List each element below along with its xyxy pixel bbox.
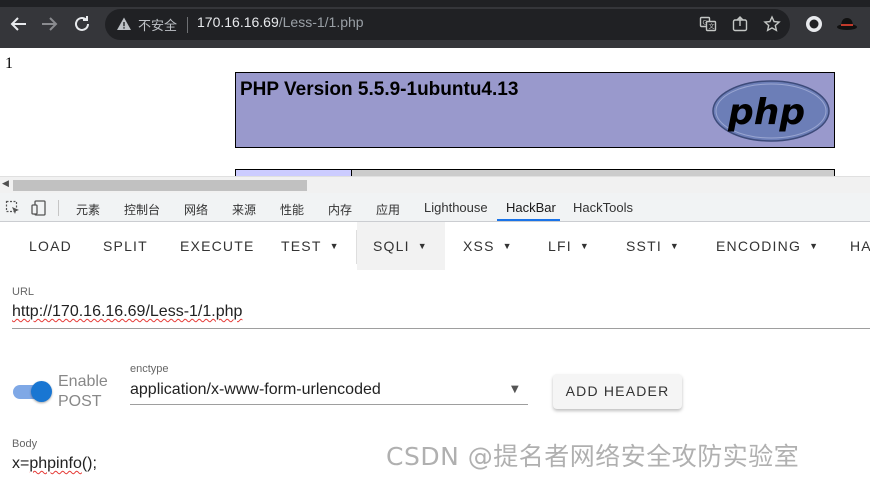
enable-post-label-line2: POST [58,393,102,410]
page-viewport: 1 PHP Version 5.5.9-1ubuntu4.13 php [0,48,870,176]
body-input-prefix: x= [12,455,30,472]
enable-post-label-line1: Enable [58,373,108,390]
address-separator [187,17,188,33]
svg-text:php: php [727,92,805,133]
url-host: 170.16.16.69 [197,14,279,30]
php-logo-icon: php [712,80,830,142]
enable-post-toggle[interactable] [31,381,52,402]
caret-down-icon: ▼ [502,241,512,251]
address-bar[interactable]: 不安全 170.16.16.69/Less-1/1.php G文 [105,9,790,40]
sqli-label: SQLI [373,238,410,254]
caret-down-icon: ▼ [579,241,589,251]
tab-hackbar[interactable]: HackBar [506,200,556,215]
caret-down-icon: ▼ [809,241,818,251]
translate-icon[interactable]: G文 [699,15,717,33]
caret-down-icon: ▼ [329,241,339,251]
split-label: SPLIT [103,238,148,254]
caret-down-icon: ▼ [669,241,679,251]
toolbar-separator [356,230,357,264]
body-input-rest: phpinfo [29,455,82,472]
ssti-menu-button[interactable]: SSTI ▼ [626,238,679,254]
hashing-menu-button[interactable]: HA [850,238,870,254]
hackbar-toolbar: LOAD SPLIT EXECUTE TEST ▼ SQLI ▼ XSS ▼ LFI ▼… [0,222,870,270]
reload-icon[interactable] [70,12,94,36]
extension-icon[interactable] [803,13,825,35]
tab-console[interactable]: 控制台 [124,201,160,218]
forward-arrow-icon[interactable] [37,12,61,36]
share-icon[interactable] [731,15,749,33]
tab-application[interactable]: 应用 [376,201,400,218]
url-field-label: URL [12,286,35,298]
load-button[interactable]: LOAD [29,238,72,254]
tab-performance[interactable]: 性能 [280,201,304,218]
url-input-text: http://170.16.16.69/Less-1/1.php [12,303,243,320]
phpinfo-header: PHP Version 5.5.9-1ubuntu4.13 php [235,72,835,148]
phpinfo-table-row [235,169,835,176]
execute-button[interactable]: EXECUTE [180,238,255,254]
hashing-label: HA [850,238,870,254]
caret-down-icon: ▼ [417,241,427,251]
enctype-select[interactable]: application/x-www-form-urlencoded [130,381,381,399]
encoding-label: ENCODING [716,238,802,254]
url-input-underline [12,328,870,329]
address-url[interactable]: 170.16.16.69/Less-1/1.php [197,14,364,30]
ssti-label: SSTI [626,238,662,254]
enable-post-label[interactable]: Enable POST [58,372,108,412]
devtools-tab-bar: 元素 控制台 网络 来源 性能 内存 应用 Lighthouse HackBar… [0,193,870,222]
enctype-select-underline [130,404,528,405]
profile-icon[interactable] [836,13,858,35]
url-path: /Less-1/1.php [278,14,364,30]
execute-label: EXECUTE [180,238,255,254]
body-input-suffix: (); [81,455,97,472]
body-input[interactable]: x=phpinfo(); [12,455,97,473]
add-header-button[interactable]: ADD HEADER [553,374,682,409]
tab-network[interactable]: 网络 [184,201,208,218]
test-menu-button[interactable]: TEST ▼ [281,238,339,254]
tab-sources[interactable]: 来源 [232,201,256,218]
page-output-text: 1 [5,55,13,72]
tab-hacktools[interactable]: HackTools [573,200,633,215]
lfi-label: LFI [548,238,572,254]
device-toolbar-icon[interactable] [31,200,47,216]
body-field-label: Body [12,438,38,450]
security-status-text[interactable]: 不安全 [138,15,177,34]
lfi-menu-button[interactable]: LFI ▼ [548,238,589,254]
encoding-menu-button[interactable]: ENCODING ▼ [716,238,818,254]
svg-text:G: G [703,20,708,27]
enctype-field-label: enctype [130,363,169,375]
warning-icon[interactable] [116,16,132,32]
horizontal-scrollbar[interactable]: ◀ [0,176,870,193]
active-tab-indicator [497,219,560,221]
scrollbar-thumb[interactable] [13,180,307,191]
dropdown-arrow-icon[interactable]: ▼ [511,384,519,395]
load-label: LOAD [29,238,72,254]
back-arrow-icon[interactable] [7,12,31,36]
php-version-title: PHP Version 5.5.9-1ubuntu4.13 [240,79,519,100]
devtools-divider [58,200,59,216]
svg-text:文: 文 [709,23,715,31]
xss-label: XSS [463,238,495,254]
browser-toolbar: 不安全 170.16.16.69/Less-1/1.php G文 [0,0,870,48]
tab-lighthouse[interactable]: Lighthouse [424,200,488,215]
tab-strip [0,0,870,7]
test-label: TEST [281,238,322,254]
scroll-left-icon[interactable]: ◀ [2,179,9,189]
tab-elements[interactable]: 元素 [76,201,100,218]
inspect-element-icon[interactable] [5,200,21,216]
url-input[interactable]: http://170.16.16.69/Less-1/1.php [12,303,242,321]
split-button[interactable]: SPLIT [103,238,148,254]
sqli-menu-button[interactable]: SQLI ▼ [373,238,427,254]
xss-menu-button[interactable]: XSS ▼ [463,238,512,254]
tab-memory[interactable]: 内存 [328,201,352,218]
star-icon[interactable] [763,15,781,33]
watermark-text: CSDN @提名者网络安全攻防实验室 [386,442,800,471]
